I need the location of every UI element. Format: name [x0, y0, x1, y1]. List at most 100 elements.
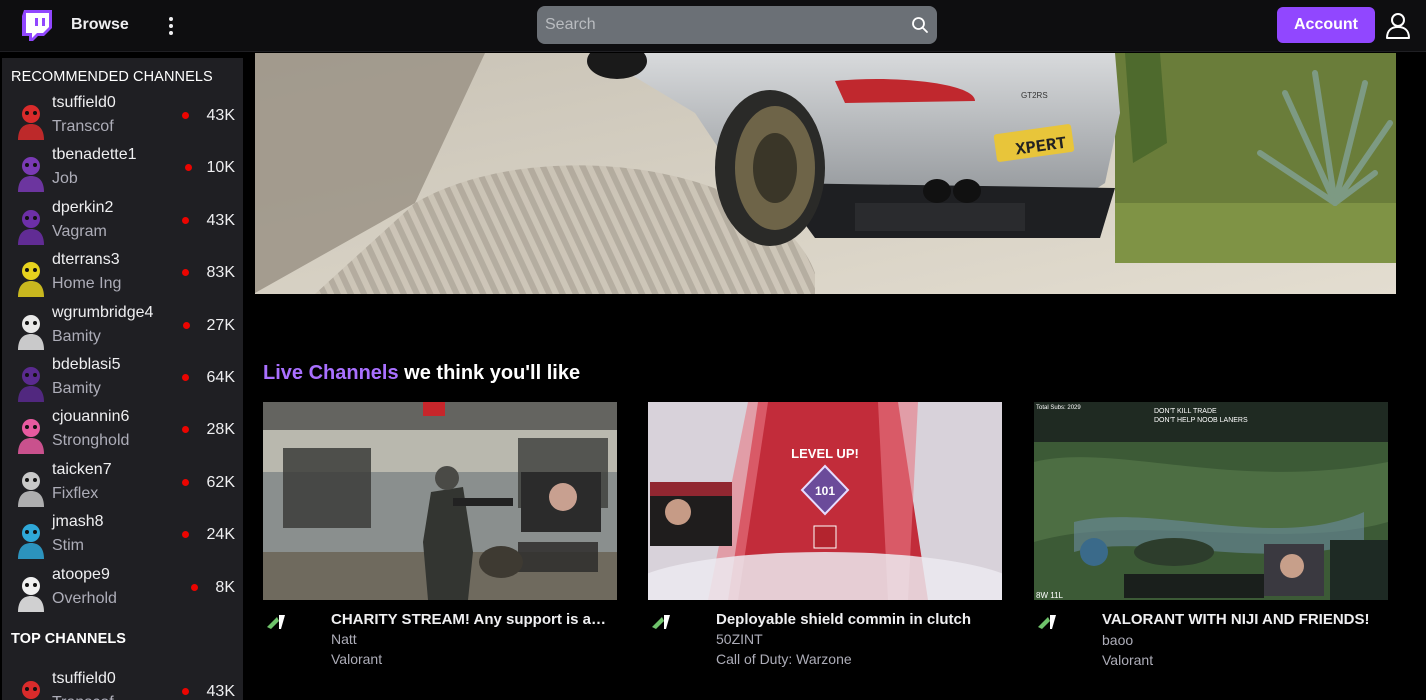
channel-name: jmash8 — [52, 513, 104, 531]
viewer-count: 43K — [206, 211, 235, 229]
streamer-name[interactable]: Natt — [331, 631, 357, 647]
game-category-icon — [1038, 615, 1056, 629]
featured-stream-banner[interactable]: XPERT GT2RS — [255, 53, 1396, 294]
channel-avatar — [18, 524, 44, 560]
viewer-count: 43K — [206, 107, 235, 124]
sidebar-channel-item[interactable]: cjouannin6 Stronghold 28K — [2, 408, 243, 460]
stream-thumbnail-1[interactable] — [263, 402, 617, 600]
channel-game: Stim — [52, 537, 84, 555]
stream-title[interactable]: CHARITY STREAM! Any support is appreciat… — [331, 611, 611, 628]
stream-category[interactable]: Valorant — [331, 651, 382, 667]
sidebar-channel-item[interactable]: dperkin2 Vagram 43K — [2, 199, 243, 251]
channel-avatar — [18, 367, 44, 402]
channel-name: taicken7 — [52, 460, 112, 478]
channel-game: Transcof — [52, 694, 114, 700]
sidebar-channel-item[interactable]: tsuffield0 Transcof 43K — [2, 670, 243, 700]
channel-name: tbenadette1 — [52, 146, 137, 164]
viewer-count: 83K — [206, 264, 235, 282]
sidebar-channel-item[interactable]: tbenadette1 Job 10K — [2, 146, 243, 198]
viewer-count: 62K — [206, 473, 235, 491]
apex-level-up-image: LEVEL UP! 101 — [648, 402, 1002, 600]
stream-category[interactable]: Valorant — [1102, 652, 1153, 668]
stream-title[interactable]: Deployable shield commin in clutch — [716, 611, 996, 628]
sidebar-channel-item[interactable]: atoope9 Overhold 8K — [2, 566, 243, 618]
channel-name: tsuffield0 — [52, 670, 116, 687]
live-indicator-icon — [182, 374, 189, 381]
level-up-text: LEVEL UP! — [791, 446, 859, 461]
viewer-count: 8K — [215, 578, 235, 596]
channel-name: bdeblasi5 — [52, 356, 121, 373]
sidebar-channel-item[interactable]: tsuffield0 Transcof 43K — [2, 94, 243, 146]
channel-avatar — [18, 314, 44, 350]
game-category-icon — [267, 615, 285, 629]
viewer-count: 64K — [206, 369, 235, 386]
overlay-subs-text: Total Subs: 2029 — [1036, 405, 1081, 411]
overlay-score-text: 8W 11L — [1036, 591, 1064, 600]
channel-avatar — [18, 209, 44, 245]
account-button[interactable]: Account — [1277, 7, 1375, 43]
streamer-name[interactable]: baoo — [1102, 632, 1133, 648]
search-input[interactable] — [537, 6, 937, 44]
overlay-text-line1: DON'T KILL TRADE — [1154, 408, 1217, 415]
viewer-count: 10K — [206, 159, 235, 177]
live-indicator-icon — [182, 478, 189, 486]
live-indicator-icon — [182, 112, 189, 119]
user-profile-icon[interactable] — [1384, 11, 1412, 39]
live-indicator-icon — [182, 216, 189, 224]
twitch-logo-icon[interactable] — [20, 8, 54, 42]
stream-title[interactable]: VALORANT WITH NIJI AND FRIENDS! — [1102, 611, 1382, 628]
sidebar-channel-item[interactable]: taicken7 Fixflex 62K — [2, 461, 243, 513]
featured-stream-image: XPERT GT2RS — [255, 53, 1396, 294]
viewer-count: 28K — [206, 421, 235, 439]
live-indicator-icon — [183, 321, 190, 329]
live-indicator-icon — [182, 426, 189, 434]
channel-avatar — [18, 157, 44, 193]
more-menu-icon[interactable] — [162, 13, 180, 39]
sidebar-channel-item[interactable]: jmash8 Stim 24K — [2, 513, 243, 565]
warzone-gameplay-image — [263, 402, 617, 600]
top-channels-heading: TOP CHANNELS — [11, 631, 127, 647]
live-indicator-icon — [191, 583, 198, 591]
stream-category[interactable]: Call of Duty: Warzone — [716, 651, 852, 667]
stream-thumbnail-2[interactable]: LEVEL UP! 101 — [648, 402, 1002, 600]
top-navigation-bar: Browse Account — [0, 0, 1426, 52]
streamer-name[interactable]: 50ZINT — [716, 631, 763, 647]
channel-game: Home Ing — [52, 275, 122, 293]
channel-avatar — [18, 471, 44, 507]
channel-avatar — [18, 576, 44, 612]
sidebar-channel-item[interactable]: wgrumbridge4 Bamity 27K — [2, 304, 243, 356]
level-number-text: 101 — [815, 484, 835, 498]
sidebar-channel-item[interactable]: bdeblasi5 Bamity 64K — [2, 356, 243, 408]
sidebar: RECOMMENDED CHANNELS tsuffield0 Transcof 4… — [2, 58, 243, 700]
lol-gameplay-image: DON'T KILL TRADE DON'T HELP NOOB LANERS … — [1034, 402, 1388, 600]
search-icon[interactable] — [911, 16, 929, 34]
search-bar — [537, 6, 937, 44]
browse-link[interactable]: Browse — [71, 16, 129, 34]
channel-name: atoope9 — [52, 565, 110, 583]
live-indicator-icon — [185, 164, 192, 172]
live-indicator-icon — [182, 269, 189, 277]
channel-name: dperkin2 — [52, 198, 114, 216]
channel-avatar — [18, 262, 44, 298]
car-badge-text: GT2RS — [1021, 91, 1048, 100]
sidebar-channel-item[interactable]: dterrans3 Home Ing 83K — [2, 251, 243, 303]
channel-game: Vagram — [52, 222, 107, 240]
channel-game: Bamity — [52, 380, 101, 397]
live-channels-heading: Live Channels we think you'll like — [263, 362, 580, 385]
channel-game: Overhold — [52, 589, 117, 607]
channel-avatar — [18, 419, 44, 455]
viewer-count: 43K — [206, 683, 235, 700]
channel-game: Fixflex — [52, 484, 99, 502]
viewer-count: 27K — [206, 316, 235, 334]
overlay-text-line2: DON'T HELP NOOB LANERS — [1154, 417, 1248, 424]
channel-game: Stronghold — [52, 432, 130, 450]
channel-game: Bamity — [52, 327, 101, 345]
channel-name: cjouannin6 — [52, 408, 130, 426]
game-category-icon — [652, 615, 670, 629]
live-channels-heading-accent[interactable]: Live Channels — [263, 362, 399, 384]
viewer-count: 24K — [206, 526, 235, 544]
channel-name: dterrans3 — [52, 251, 120, 269]
stream-thumbnail-3[interactable]: DON'T KILL TRADE DON'T HELP NOOB LANERS … — [1034, 402, 1388, 600]
channel-name: wgrumbridge4 — [52, 303, 154, 321]
channel-avatar — [18, 105, 44, 140]
